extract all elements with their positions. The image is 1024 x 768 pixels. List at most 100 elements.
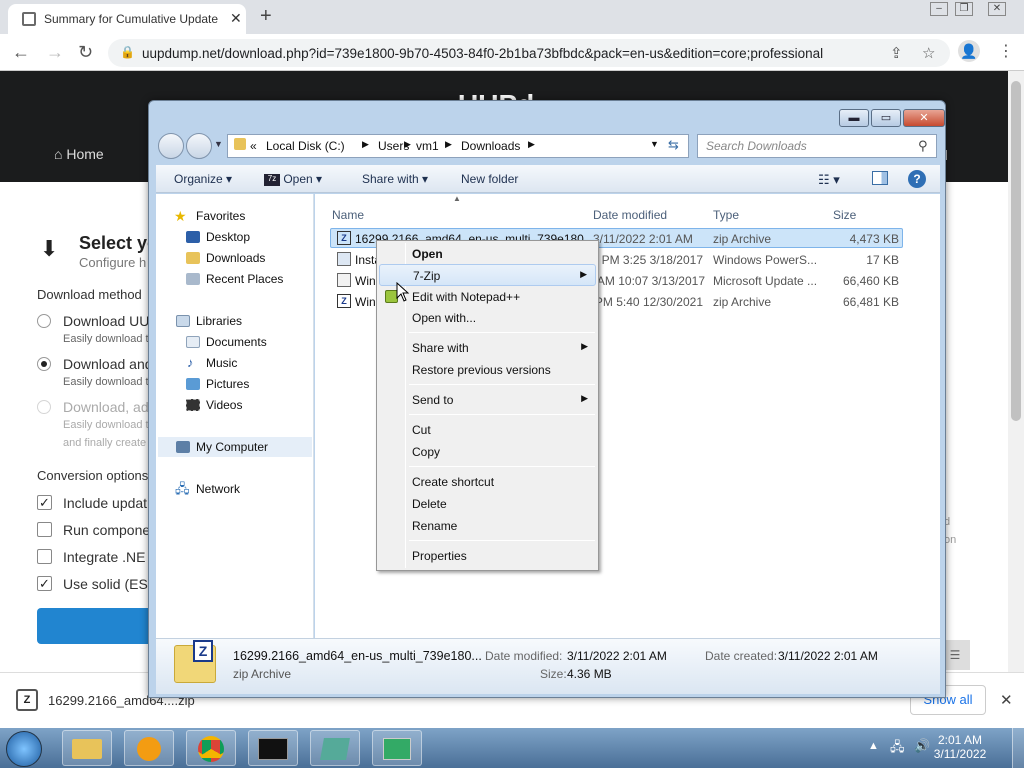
explorer-minimize-icon[interactable]: ▬ — [839, 109, 869, 127]
menu-edit-notepad[interactable]: Edit with Notepad++ — [379, 286, 596, 308]
option-radio-1[interactable] — [37, 314, 51, 328]
restore-icon[interactable]: ❐ — [955, 2, 973, 16]
browser-tab-bar: Summary for Cumulative Update ✕ + – ❐ ✕ — [0, 0, 1024, 34]
taskbar-app[interactable] — [372, 730, 422, 766]
column-type[interactable]: Type — [713, 208, 739, 222]
address-breadcrumb[interactable]: « Local Disk (C:) ▶ Users ▶ vm1 ▶ Downlo… — [227, 134, 689, 158]
submenu-arrow-icon: ▶ — [580, 269, 587, 279]
tab-close-icon[interactable]: ✕ — [230, 10, 242, 27]
breadcrumb-sep-icon[interactable]: ▶ — [445, 139, 452, 150]
zip-folder-icon: Z — [174, 640, 216, 683]
taskbar-cmd[interactable] — [248, 730, 298, 766]
nav-downloads[interactable]: Downloads — [206, 251, 265, 265]
nav-documents[interactable]: Documents — [206, 335, 267, 349]
menu-send-to[interactable]: Send to ▶ — [379, 389, 596, 411]
browser-tab[interactable]: Summary for Cumulative Update ✕ — [8, 4, 246, 34]
minimize-icon[interactable]: – — [930, 2, 948, 16]
profile-icon[interactable]: 👤 — [958, 40, 980, 62]
menu-delete[interactable]: Delete — [379, 493, 596, 515]
site-nav-home[interactable]: ⌂ Home — [54, 146, 104, 162]
scrollbar-thumb[interactable] — [1011, 81, 1021, 421]
pictures-icon — [186, 378, 200, 390]
column-name[interactable]: Name — [332, 208, 364, 222]
page-scrollbar[interactable] — [1008, 71, 1024, 672]
nav-libraries[interactable]: Libraries — [196, 314, 242, 328]
breadcrumb-local-disk[interactable]: Local Disk (C:) — [266, 139, 345, 153]
column-date[interactable]: Date modified — [593, 208, 667, 222]
option-radio-2[interactable] — [37, 357, 51, 371]
nav-favorites[interactable]: Favorites — [196, 209, 245, 223]
preview-pane-icon[interactable] — [872, 171, 888, 185]
organize-button[interactable]: Organize ▾ — [174, 172, 232, 186]
breadcrumb-sep-icon[interactable]: ▶ — [528, 139, 535, 150]
taskbar-explorer[interactable] — [62, 730, 112, 766]
new-tab-icon[interactable]: + — [260, 5, 272, 28]
start-button[interactable] — [6, 731, 42, 767]
reload-icon[interactable]: ↻ — [78, 42, 93, 63]
search-icon[interactable]: ⚲ — [918, 138, 928, 154]
close-shelf-icon[interactable]: ✕ — [1000, 691, 1013, 709]
breadcrumb-overflow[interactable]: « — [250, 139, 257, 153]
taskbar-installer[interactable] — [310, 730, 360, 766]
breadcrumb-sep-icon[interactable]: ▶ — [404, 139, 411, 150]
explorer-maximize-icon[interactable]: ▭ — [871, 109, 901, 127]
checkbox-4[interactable]: ✓ — [37, 576, 52, 591]
menu-share-with[interactable]: Share with ▶ — [379, 337, 596, 359]
nav-desktop[interactable]: Desktop — [206, 230, 250, 244]
new-folder-button[interactable]: New folder — [461, 172, 518, 186]
back-icon[interactable]: ← — [12, 42, 30, 63]
forward-icon[interactable]: → — [46, 42, 64, 63]
nav-recent-places[interactable]: Recent Places — [206, 272, 283, 286]
taskbar-media-player[interactable] — [124, 730, 174, 766]
explorer-back-icon[interactable] — [158, 133, 184, 159]
column-size[interactable]: Size — [833, 208, 856, 222]
menu-separator — [409, 332, 595, 333]
breadcrumb-sep-icon[interactable]: ▶ — [362, 139, 369, 150]
nav-my-computer[interactable]: My Computer — [196, 440, 268, 454]
breadcrumb-downloads[interactable]: Downloads — [461, 139, 520, 153]
checkbox-1[interactable]: ✓ — [37, 495, 52, 510]
explorer-forward-icon[interactable] — [186, 133, 212, 159]
recent-pages-icon[interactable]: ▼ — [214, 139, 223, 149]
system-clock[interactable]: 2:01 AM 3/11/2022 — [930, 733, 990, 761]
menu-rename[interactable]: Rename — [379, 515, 596, 537]
address-dropdown-icon[interactable]: ▼ — [650, 139, 659, 149]
taskbar-chrome[interactable] — [186, 730, 236, 766]
open-button[interactable]: 7z Open ▾ — [264, 172, 322, 186]
menu-open-with[interactable]: Open with... — [379, 307, 596, 329]
share-with-button[interactable]: Share with ▾ — [362, 172, 428, 186]
nav-music[interactable]: Music — [206, 356, 237, 370]
help-icon[interactable]: ? — [908, 170, 926, 188]
menu-cut[interactable]: Cut — [379, 419, 596, 441]
checkbox-3[interactable] — [37, 549, 52, 564]
breadcrumb-vm1[interactable]: vm1 — [416, 139, 439, 153]
details-date-modified: 3/11/2022 2:01 AM — [567, 649, 667, 663]
share-icon[interactable]: ⇪ — [890, 44, 903, 62]
nav-pictures[interactable]: Pictures — [206, 377, 249, 391]
refresh-icon[interactable]: ⇆ — [668, 137, 679, 153]
menu-dots-icon[interactable]: ⋮ — [998, 41, 1014, 61]
menu-properties[interactable]: Properties — [379, 545, 596, 567]
libraries-icon — [176, 315, 190, 327]
checkbox-2[interactable] — [37, 522, 52, 537]
address-bar[interactable]: 🔒 uupdump.net/download.php?id=739e1800-9… — [108, 39, 950, 67]
network-tray-icon[interactable]: 🖧 — [890, 738, 905, 760]
close-window-icon[interactable]: ✕ — [988, 2, 1006, 16]
nav-videos[interactable]: Videos — [206, 398, 242, 412]
nav-network[interactable]: Network — [196, 482, 240, 496]
search-input[interactable]: Search Downloads ⚲ — [697, 134, 937, 158]
show-desktop-button[interactable] — [1012, 728, 1024, 768]
views-icon[interactable]: ☷ ▾ — [818, 172, 840, 188]
explorer-close-icon[interactable]: ✕ — [903, 109, 945, 127]
menu-restore-previous[interactable]: Restore previous versions — [379, 359, 596, 381]
bookmark-star-icon[interactable]: ☆ — [922, 44, 935, 62]
menu-7zip[interactable]: 7-Zip ▶ — [379, 264, 596, 286]
create-download-button[interactable] — [37, 608, 149, 644]
option-radio-3[interactable] — [37, 400, 51, 414]
menu-copy[interactable]: Copy — [379, 441, 596, 463]
volume-icon[interactable]: 🔊 — [914, 738, 930, 754]
menu-open[interactable]: Open — [379, 243, 596, 265]
tray-arrow-icon[interactable]: ▲ — [868, 740, 879, 752]
menu-create-shortcut[interactable]: Create shortcut — [379, 471, 596, 493]
lock-icon: 🔒 — [120, 45, 135, 59]
